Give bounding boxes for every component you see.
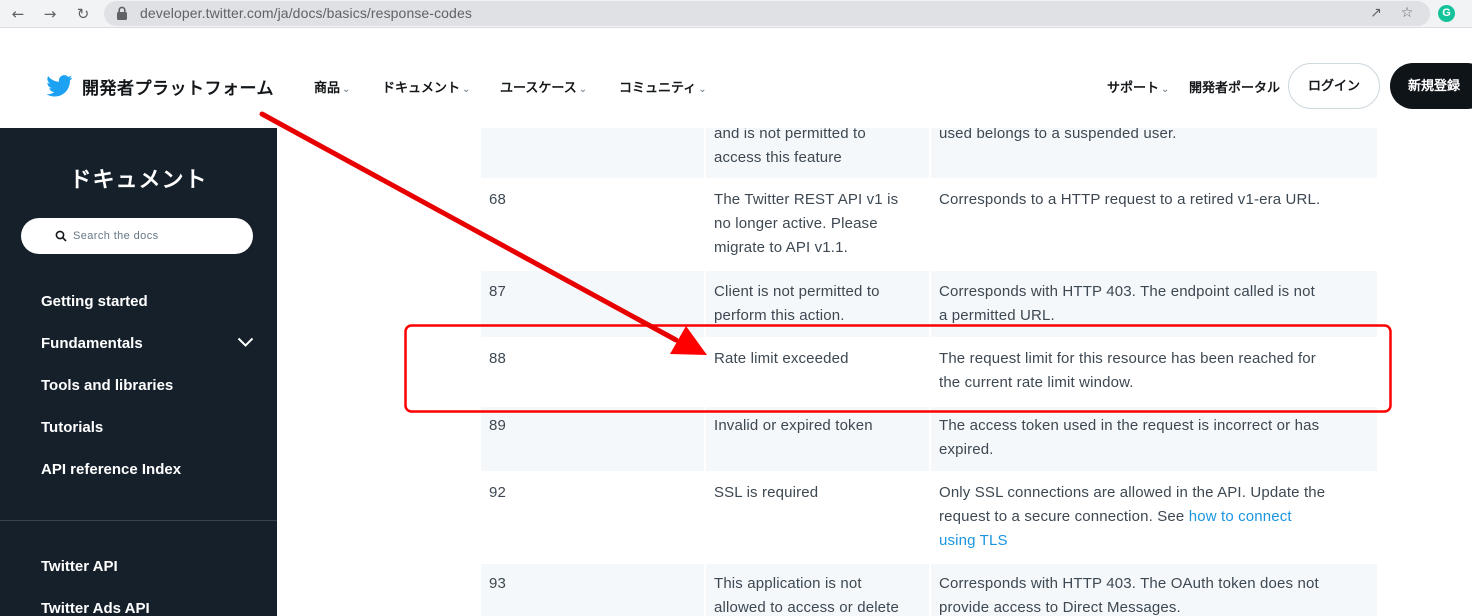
signup-button[interactable]: 新規登録 <box>1390 63 1472 109</box>
login-button[interactable]: ログイン <box>1288 63 1380 109</box>
error-text: The Twitter REST API v1 is no longer act… <box>714 191 899 256</box>
address-bar[interactable]: developer.twitter.com/ja/docs/basics/res… <box>104 1 1430 26</box>
nav-docs[interactable]: ドキュメント ⌄ <box>382 77 470 96</box>
nav-support[interactable]: サポート ⌄ <box>1107 77 1169 96</box>
sidebar-item-tools-and-libraries[interactable]: Tools and libraries <box>41 377 173 394</box>
error-code: 93 <box>489 575 506 592</box>
sidebar-item-twitter-api[interactable]: Twitter API <box>41 558 118 575</box>
chevron-down-icon[interactable] <box>237 337 254 347</box>
arrow-left-icon[interactable]: ← <box>7 3 29 25</box>
error-text: Rate limit exceeded <box>714 350 849 367</box>
lock-icon <box>117 6 127 20</box>
error-code: 88 <box>489 350 506 367</box>
error-text: Client is not permitted to perform this … <box>714 283 880 324</box>
browser-toolbar: ← → ↻ developer.twitter.com/ja/docs/basi… <box>0 0 1472 28</box>
error-description: Corresponds to a HTTP request to a retir… <box>939 191 1321 208</box>
table-cell <box>481 339 704 405</box>
error-description: Corresponds with HTTP 403. The OAuth tok… <box>939 575 1319 616</box>
response-codes-table: and is not permitted to access this feat… <box>277 128 1472 616</box>
sidebar-title: ドキュメント <box>69 167 208 192</box>
sidebar-item-api-reference-index[interactable]: API reference Index <box>41 461 181 478</box>
error-code: 89 <box>489 417 506 434</box>
table-cell <box>481 407 704 471</box>
chevron-down-icon: ⌄ <box>698 84 707 95</box>
error-code: 68 <box>489 191 506 208</box>
search-icon <box>55 230 67 242</box>
sidebar-divider <box>0 520 277 521</box>
chevron-down-icon: ⌄ <box>578 84 588 95</box>
error-code: 92 <box>489 484 506 501</box>
search-input[interactable] <box>73 218 243 254</box>
error-text: This application is not allowed to acces… <box>714 575 899 616</box>
sidebar-item-tutorials[interactable]: Tutorials <box>41 419 103 436</box>
site-header: 開発者プラットフォーム 商品 ⌄ ドキュメント ⌄ ユースケース ⌄ コミュニティ ⌄ … <box>0 29 1472 128</box>
sidebar-item-getting-started[interactable]: Getting started <box>41 293 148 310</box>
docs-search[interactable] <box>21 218 253 254</box>
chevron-down-icon: ⌄ <box>462 84 471 95</box>
star-icon[interactable]: ☆ <box>1397 3 1417 23</box>
error-description: used belongs to a suspended user. <box>939 128 1177 142</box>
brand-name: 開発者プラットフォーム <box>82 78 274 98</box>
table-cell <box>481 271 704 337</box>
error-code: 87 <box>489 283 506 300</box>
table-cell <box>481 180 704 269</box>
error-description: The request limit for this resource has … <box>939 350 1316 391</box>
table-cell <box>481 128 704 178</box>
table-cell <box>481 473 704 562</box>
docs-sidebar: ドキュメント Getting started Fundamentals Tool… <box>0 128 277 616</box>
error-text: and is not permitted to access this feat… <box>714 128 866 166</box>
sidebar-item-fundamentals[interactable]: Fundamentals <box>41 335 143 352</box>
nav-products[interactable]: 商品 ⌄ <box>314 77 350 96</box>
reload-icon[interactable]: ↻ <box>72 3 94 25</box>
tls-link[interactable]: using TLS <box>939 532 1008 549</box>
brand-logo-link[interactable]: 開発者プラットフォーム <box>46 71 274 101</box>
error-description: The access token used in the request is … <box>939 417 1320 458</box>
url-text[interactable]: developer.twitter.com/ja/docs/basics/res… <box>140 1 472 26</box>
grammarly-extension-icon[interactable]: G <box>1438 5 1455 22</box>
table-cell <box>481 564 704 616</box>
tls-link[interactable]: how to connect <box>1189 508 1292 525</box>
chevron-down-icon: ⌄ <box>342 84 351 95</box>
error-text: Invalid or expired token <box>714 417 873 434</box>
error-description: Corresponds with HTTP 403. The endpoint … <box>939 283 1315 324</box>
nav-community[interactable]: コミュニティ ⌄ <box>619 77 707 96</box>
share-icon[interactable]: ↗ <box>1366 3 1386 23</box>
arrow-right-icon[interactable]: → <box>39 3 61 25</box>
error-description: Only SSL connections are allowed in the … <box>939 484 1326 549</box>
sidebar-item-twitter-ads-api[interactable]: Twitter Ads API <box>41 600 150 616</box>
chevron-down-icon: ⌄ <box>1161 84 1170 95</box>
nav-developer-portal[interactable]: 開発者ポータル <box>1189 77 1280 96</box>
error-text: SSL is required <box>714 484 819 501</box>
twitter-bird-icon <box>46 75 73 97</box>
nav-use-cases[interactable]: ユースケース ⌄ <box>500 77 587 96</box>
